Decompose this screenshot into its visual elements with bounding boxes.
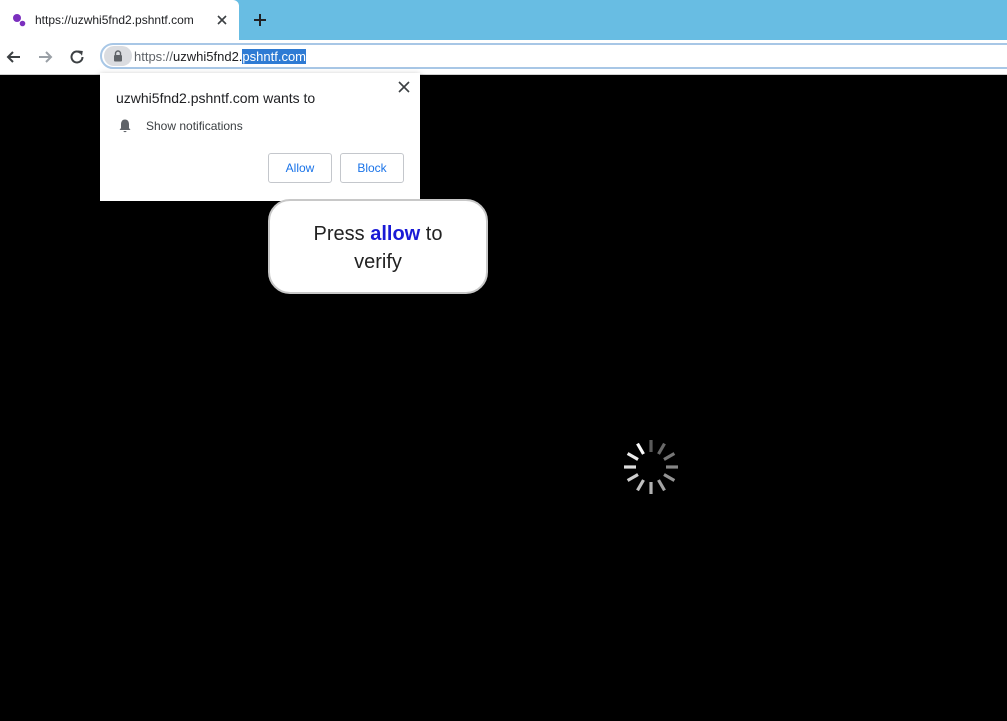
reload-icon[interactable] [67, 47, 87, 67]
permission-label: Show notifications [146, 119, 243, 133]
close-icon[interactable] [397, 80, 411, 94]
spinner-spoke [663, 473, 676, 482]
tab-active[interactable]: https://uzwhi5fnd2.pshntf.com [0, 0, 239, 40]
browser-toolbar: https://uzwhi5fnd2.pshntf.com [0, 40, 1007, 75]
spinner-spoke [663, 452, 676, 461]
verify-text-pre: Press [313, 223, 371, 245]
tab-title: https://uzwhi5fnd2.pshntf.com [35, 13, 194, 27]
plus-icon[interactable] [252, 12, 268, 28]
spinner-spoke [636, 479, 645, 492]
arrow-right-icon[interactable] [35, 47, 55, 67]
bell-icon [119, 119, 131, 133]
close-icon[interactable] [215, 13, 229, 27]
spinner-spoke [626, 473, 639, 482]
site-favicon-icon [13, 14, 26, 27]
site-info-button[interactable] [104, 46, 132, 66]
arrow-left-icon[interactable] [4, 47, 24, 67]
spinner-spoke [626, 452, 639, 461]
allow-button[interactable]: Allow [268, 153, 332, 183]
verify-line-2: verify [354, 251, 402, 273]
url-scheme: https:// [134, 49, 174, 64]
tab-strip: https://uzwhi5fnd2.pshntf.com [0, 0, 1007, 40]
verify-line-1: Press allow to [270, 220, 486, 248]
spinner-spoke [636, 442, 645, 455]
prompt-title: uzwhi5fnd2.pshntf.com wants to [116, 90, 316, 106]
spinner-spoke [657, 442, 666, 455]
url-text[interactable]: https://uzwhi5fnd2.pshntf.com [134, 49, 307, 64]
verify-text-highlight: allow [370, 223, 421, 245]
notification-permission-prompt: uzwhi5fnd2.pshntf.com wants to Show noti… [100, 73, 420, 201]
url-host-prefix: uzwhi5fnd2. [173, 49, 243, 64]
verify-message-box: Press allow to verify [268, 199, 488, 294]
lock-icon [114, 50, 122, 62]
address-bar[interactable]: https://uzwhi5fnd2.pshntf.com [100, 43, 1007, 69]
spinner-spoke [657, 479, 666, 492]
url-host-selected: pshntf.com [242, 49, 307, 64]
block-button[interactable]: Block [340, 153, 404, 183]
loading-spinner-icon [624, 440, 678, 494]
verify-text-post: to [420, 223, 443, 245]
